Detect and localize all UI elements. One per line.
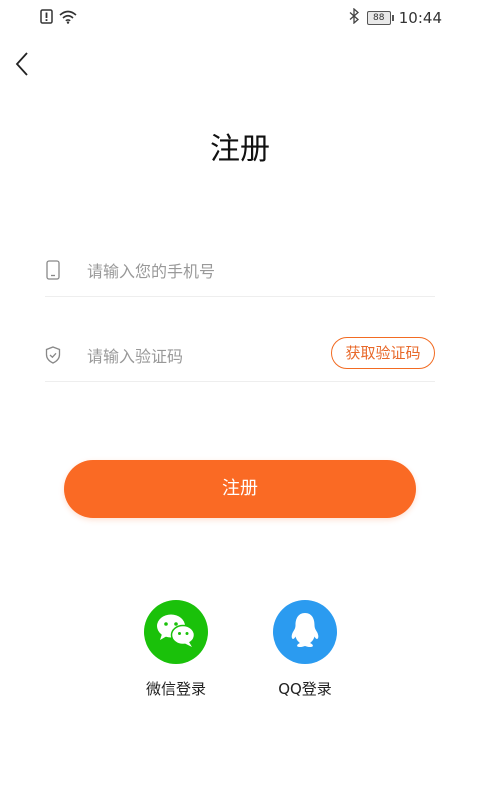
battery-icon: 88 — [366, 11, 394, 25]
back-button[interactable] — [10, 50, 38, 80]
bluetooth-icon — [349, 7, 359, 28]
qq-icon — [288, 610, 322, 654]
status-right: 88 10:44 — [349, 7, 442, 28]
code-field: 获取验证码 — [45, 331, 435, 382]
status-time: 10:44 — [398, 9, 442, 27]
wechat-login-label: 微信登录 — [145, 680, 206, 698]
shield-icon — [45, 345, 61, 365]
code-input[interactable] — [85, 341, 339, 371]
page-title: 注册 — [210, 132, 270, 167]
status-left — [40, 9, 77, 28]
alert-icon — [40, 9, 53, 28]
wechat-login[interactable]: 微信登录 — [131, 600, 221, 699]
qq-login-button[interactable] — [273, 600, 337, 664]
get-code-button[interactable]: 获取验证码 — [331, 337, 435, 369]
phone-field — [45, 246, 435, 297]
chevron-left-icon — [10, 52, 38, 84]
register-button[interactable]: 注册 — [64, 460, 416, 518]
qq-login[interactable]: QQ登录 — [260, 600, 350, 699]
wifi-icon — [59, 10, 77, 28]
wechat-login-button[interactable] — [144, 600, 208, 664]
battery-level: 88 — [373, 13, 385, 23]
qq-login-label: QQ登录 — [278, 680, 332, 698]
phone-input[interactable] — [85, 256, 339, 286]
wechat-icon — [154, 610, 198, 654]
phone-icon — [45, 260, 61, 280]
status-bar: 88 10:44 — [0, 0, 480, 34]
